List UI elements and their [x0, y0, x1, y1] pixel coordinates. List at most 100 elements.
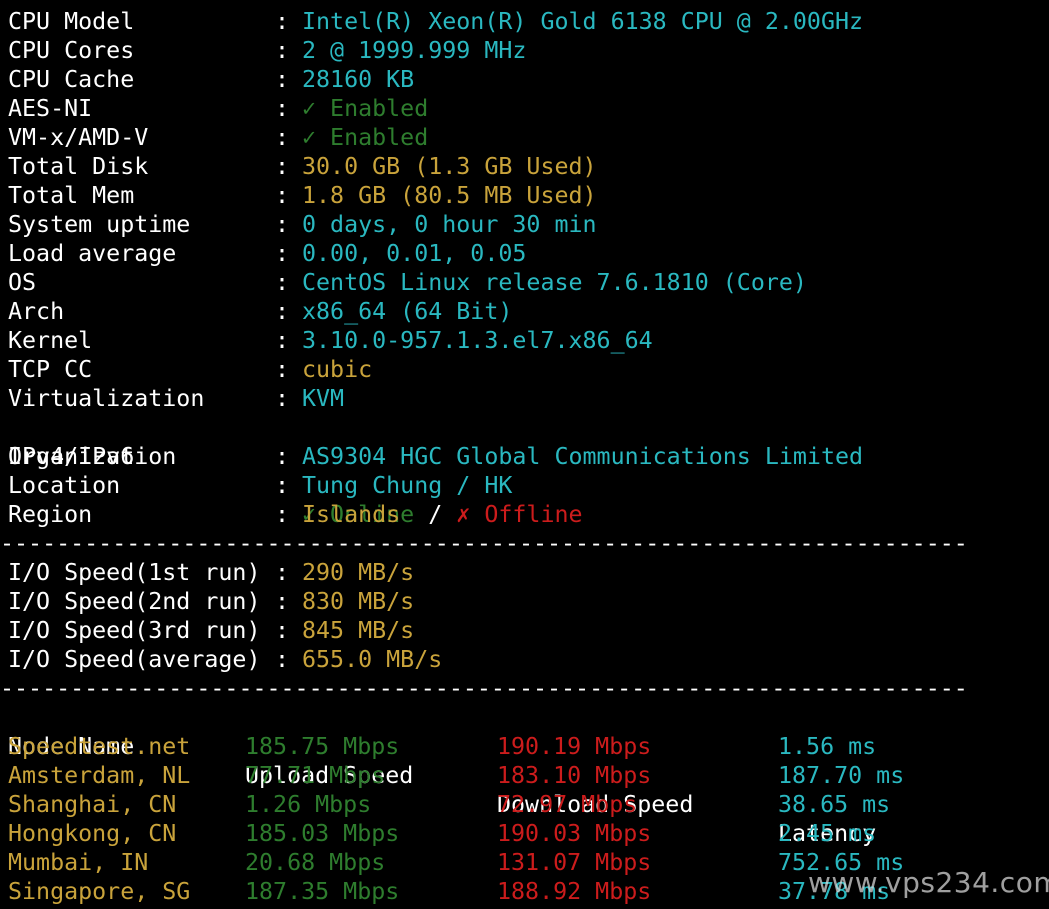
upload-speed-cell: 77.71 Mbps: [245, 762, 386, 789]
io-speed-row: I/O Speed(average):655.0 MB/s: [8, 645, 1048, 674]
table-row: Amsterdam, NL 77.71 Mbps 183.10 Mbps 187.70…: [8, 761, 1048, 790]
table-row: Speedtest.net 185.75 Mbps 190.19 Mbps 1.56 …: [8, 732, 1048, 761]
node-name-cell: Amsterdam, NL: [8, 762, 191, 789]
download-speed-cell: 188.92 Mbps: [497, 878, 652, 905]
system-info-row: Load average:0.00, 0.01, 0.05: [8, 239, 1048, 268]
row-colon: :: [275, 124, 290, 151]
node-name-cell: Speedtest.net: [8, 733, 191, 760]
row-value: 30.0 GB (1.3 GB Used): [302, 153, 597, 180]
row-value: ✓ Enabled: [302, 124, 429, 151]
upload-speed-cell: 187.35 Mbps: [245, 878, 400, 905]
table-row: Hongkong, CN 185.03 Mbps 190.03 Mbps 2.45 m…: [8, 819, 1048, 848]
system-info-row: Virtualization: KVM: [8, 384, 1048, 413]
row-colon: :: [275, 153, 290, 180]
separator-line: ----------------------------------------…: [0, 675, 966, 702]
row-colon: :: [275, 559, 290, 586]
row-label: CPU Model: [8, 8, 135, 35]
row-colon: :: [275, 617, 290, 644]
row-value: KVM: [302, 385, 345, 412]
row-value: 2 @ 1999.999 MHz: [302, 37, 527, 64]
row-value: 845 MB/s: [302, 617, 415, 644]
watermark-text: www.vps234.com: [808, 866, 1049, 899]
separator-line: ----------------------------------------…: [0, 530, 966, 557]
system-info-row: TCP CC: cubic: [8, 355, 1048, 384]
row-value: 28160 KB: [302, 66, 415, 93]
row-label: Arch: [8, 298, 65, 325]
speedtest-header-row: Node Name Upload Speed Download Speed La…: [8, 703, 1048, 847]
io-speed-section: I/O Speed(1st run):290 MB/s I/O Speed(2nd…: [8, 558, 1048, 674]
row-colon: :: [275, 472, 290, 499]
row-value: 3.10.0-957.1.3.el7.x86_64: [302, 327, 653, 354]
download-speed-cell: 131.07 Mbps: [497, 849, 652, 876]
row-label: I/O Speed(1st run): [8, 559, 261, 586]
upload-speed-cell: 185.75 Mbps: [245, 733, 400, 760]
row-label: AES-NI: [8, 95, 93, 122]
node-name-cell: Hongkong, CN: [8, 820, 177, 847]
row-label: TCP CC: [8, 356, 93, 383]
row-label: I/O Speed(2nd run): [8, 588, 261, 615]
row-value: Intel(R) Xeon(R) Gold 6138 CPU @ 2.00GHz: [302, 8, 864, 35]
system-info-row: Total Mem:1.8 GB (80.5 MB Used): [8, 181, 1048, 210]
download-speed-cell: 183.10 Mbps: [497, 762, 652, 789]
node-name-cell: Singapore, SG: [8, 878, 191, 905]
row-colon: :: [275, 240, 290, 267]
row-value: x86_64 (64 Bit): [302, 298, 513, 325]
row-label: System uptime: [8, 211, 191, 238]
row-label: CPU Cores: [8, 37, 135, 64]
row-value: 1.8 GB (80.5 MB Used): [302, 182, 597, 209]
row-colon: :: [275, 588, 290, 615]
row-label: Virtualization: [8, 385, 205, 412]
download-speed-cell: 190.03 Mbps: [497, 820, 652, 847]
row-colon: :: [275, 211, 290, 238]
row-value: 655.0 MB/s: [302, 646, 443, 673]
row-colon: :: [275, 66, 290, 93]
system-info-row: CPU Cores:2 @ 1999.999 MHz: [8, 36, 1048, 65]
row-value: 290 MB/s: [302, 559, 415, 586]
row-colon: :: [275, 269, 290, 296]
row-colon: :: [275, 646, 290, 673]
terminal-output: CPU Model: Intel(R) Xeon(R) Gold 6138 CPU…: [0, 7, 1048, 906]
latency-cell: 187.70 ms: [778, 762, 905, 789]
latency-cell: 2.45 ms: [778, 820, 877, 847]
upload-speed-cell: 20.68 Mbps: [245, 849, 386, 876]
row-label: OS: [8, 269, 37, 296]
ipv4-ipv6-row: IPv4/IPv6 : ✓ Online / ✗ Offline: [8, 413, 1048, 528]
system-info-row: System uptime:0 days, 0 hour 30 min: [8, 210, 1048, 239]
io-speed-row: I/O Speed(1st run):290 MB/s: [8, 558, 1048, 587]
io-speed-row: I/O Speed(2nd run):830 MB/s: [8, 587, 1048, 616]
system-info-row: Arch: x86_64 (64 Bit): [8, 297, 1048, 326]
row-label: Organization: [8, 443, 177, 470]
row-label: Region: [8, 501, 93, 528]
row-colon: :: [275, 443, 290, 470]
row-colon: :: [275, 8, 290, 35]
latency-cell: 38.65 ms: [778, 791, 891, 818]
row-label: VM-x/AMD-V: [8, 124, 149, 151]
node-name-cell: Shanghai, CN: [8, 791, 177, 818]
location-info-row: Location: Tung Chung / HK: [8, 471, 1048, 500]
row-value: 0 days, 0 hour 30 min: [302, 211, 597, 238]
row-label: CPU Cache: [8, 66, 135, 93]
system-info-row: VM-x/AMD-V: ✓ Enabled: [8, 123, 1048, 152]
row-label: Kernel: [8, 327, 93, 354]
row-value: ✓ Enabled: [302, 95, 429, 122]
row-colon: :: [275, 356, 290, 383]
row-value: Islands: [302, 501, 401, 528]
row-value: AS9304 HGC Global Communications Limited: [302, 443, 864, 470]
row-label: Total Disk: [8, 153, 149, 180]
system-info-row: CPU Model: Intel(R) Xeon(R) Gold 6138 CPU…: [8, 7, 1048, 36]
node-name-cell: Mumbai, IN: [8, 849, 149, 876]
row-label: I/O Speed(average): [8, 646, 261, 673]
location-info-row: Region: Islands: [8, 500, 1048, 529]
system-info-row: Total Disk:30.0 GB (1.3 GB Used): [8, 152, 1048, 181]
row-value: Tung Chung / HK: [302, 472, 513, 499]
system-info-row: AES-NI: ✓ Enabled: [8, 94, 1048, 123]
row-value: 830 MB/s: [302, 588, 415, 615]
location-info-row: Organization: AS9304 HGC Global Communica…: [8, 442, 1048, 471]
row-label: Load average: [8, 240, 177, 267]
row-colon: :: [275, 182, 290, 209]
row-colon: :: [275, 37, 290, 64]
system-info-section: CPU Model: Intel(R) Xeon(R) Gold 6138 CPU…: [8, 7, 1048, 413]
row-label: I/O Speed(3rd run): [8, 617, 261, 644]
row-colon: :: [275, 95, 290, 122]
row-colon: :: [275, 501, 290, 528]
